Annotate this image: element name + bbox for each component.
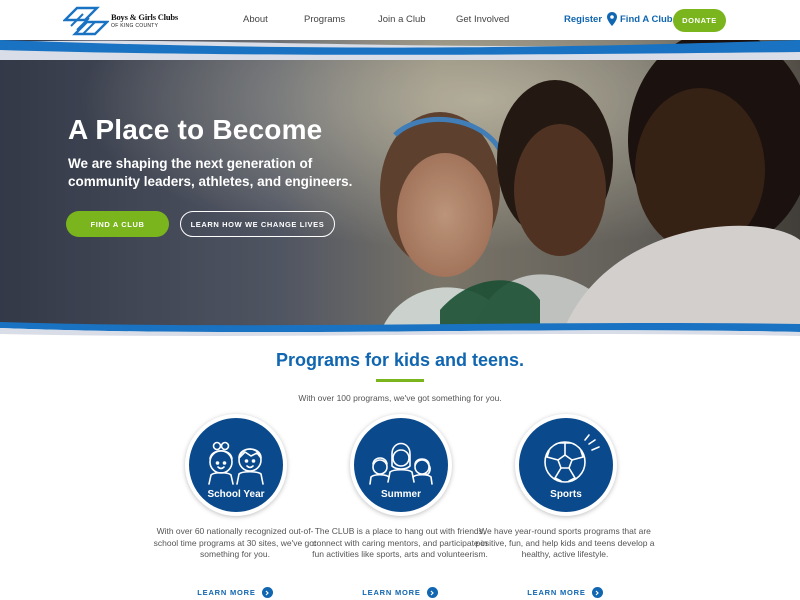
hero-bottom-wave [0, 322, 800, 340]
chevron-right-icon [591, 587, 603, 598]
learn-more-label: LEARN MORE [362, 588, 421, 597]
learn-more-label: LEARN MORE [527, 588, 586, 597]
site-header: Boys & Girls Clubs OF KING COUNTY About … [0, 0, 800, 40]
program-circle-summer[interactable]: Summer [350, 414, 452, 516]
learn-more-label: LEARN MORE [197, 588, 256, 597]
logo-icon [63, 6, 109, 36]
program-description: The CLUB is a place to hang out with fri… [312, 526, 488, 559]
hero-top-wave [0, 40, 800, 60]
program-label: Summer [380, 489, 421, 500]
nav-join-a-club[interactable]: Join a Club [378, 14, 426, 25]
logo-line-2: OF KING COUNTY [111, 22, 159, 29]
learn-how-we-change-lives-button[interactable]: LEARN HOW WE CHANGE LIVES [180, 211, 335, 237]
program-circle-sports[interactable]: Sports [515, 414, 617, 516]
learn-more-summer[interactable]: LEARN MORE [310, 587, 490, 598]
program-description: With over 60 nationally recognized out-o… [153, 526, 317, 559]
program-description: We have year-round sports programs that … [475, 526, 655, 559]
program-label: Sports [550, 489, 582, 500]
logo-line-1: Boys & Girls Clubs [111, 11, 179, 22]
chevron-right-icon [426, 587, 438, 598]
logo[interactable]: Boys & Girls Clubs OF KING COUNTY [63, 5, 198, 37]
programs-heading: Programs for kids and teens. [275, 350, 525, 370]
programs-subheading: With over 100 programs, we've got someth… [298, 393, 502, 403]
learn-more-school-year[interactable]: LEARN MORE [145, 587, 325, 598]
find-a-club-button[interactable]: FIND A CLUB [66, 211, 169, 237]
nav-get-involved[interactable]: Get Involved [456, 14, 509, 25]
donate-button[interactable]: DONATE [673, 9, 726, 32]
find-a-club-label: Find A Club [620, 13, 673, 25]
program-circle-school-year[interactable]: School Year [185, 414, 287, 516]
heading-underline [376, 379, 424, 382]
program-label: School Year [207, 489, 265, 500]
chevron-right-icon [261, 587, 273, 598]
learn-more-sports[interactable]: LEARN MORE [475, 587, 655, 598]
nav-about[interactable]: About [243, 14, 268, 25]
find-a-club-link[interactable]: Find A Club [607, 12, 673, 26]
map-pin-icon [607, 12, 617, 26]
hero-subtitle: We are shaping the next generation of co… [68, 156, 353, 189]
register-link[interactable]: Register [564, 14, 602, 25]
hero-title: A Place to Become [68, 114, 323, 145]
nav-programs[interactable]: Programs [304, 14, 345, 25]
logo-text: Boys & Girls Clubs OF KING COUNTY [111, 11, 179, 30]
